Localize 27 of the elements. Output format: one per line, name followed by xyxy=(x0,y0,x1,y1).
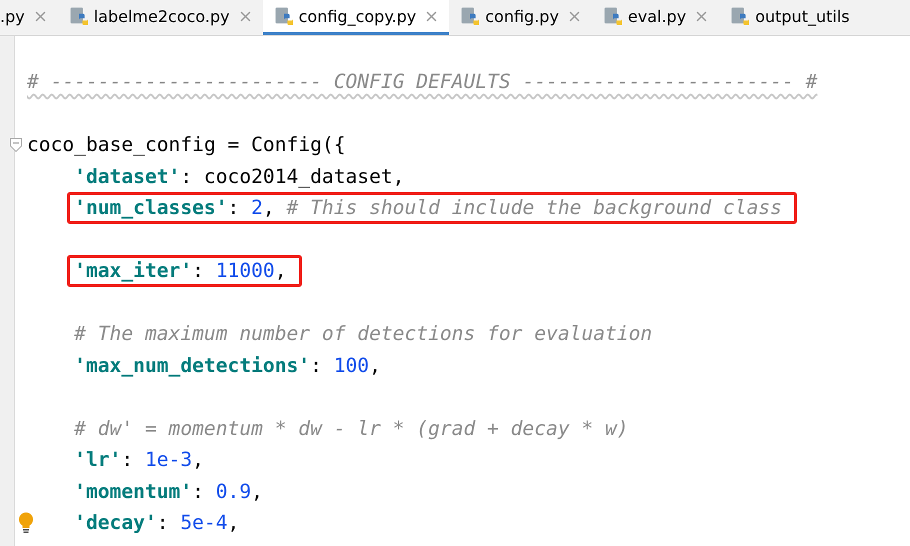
file-icon xyxy=(461,7,480,25)
code-line: 'decay': 5e-4, xyxy=(74,510,240,536)
file-tab[interactable]: config_copy.py xyxy=(262,0,450,35)
file-icon xyxy=(731,7,750,25)
close-icon[interactable] xyxy=(34,10,46,22)
code-line: 'lr': 1e-3, xyxy=(74,447,204,473)
file-icon xyxy=(604,7,622,25)
code-line: 'max_num_detections': 100, xyxy=(74,352,381,379)
file-tab[interactable]: eval.py xyxy=(592,0,720,35)
lightbulb-icon[interactable] xyxy=(18,512,34,534)
code-line: # ----------------------- CONFIG DEFAULTS ----------------------- # xyxy=(27,69,818,95)
file-tab[interactable]: config.py xyxy=(449,0,592,35)
close-icon[interactable] xyxy=(240,10,251,22)
code-line: coco_base_config = Config({ xyxy=(27,132,346,158)
close-icon[interactable] xyxy=(696,10,708,22)
file-tab[interactable]: output_utils xyxy=(719,0,862,35)
close-icon[interactable] xyxy=(426,10,438,22)
code-line: 'dataset': coco2014_dataset, xyxy=(74,164,404,190)
fold-icon[interactable] xyxy=(10,138,22,152)
file-icon xyxy=(70,7,88,25)
file-tab[interactable]: .py xyxy=(0,0,58,35)
code-line: # The maximum number of detections for evaluation xyxy=(74,321,652,347)
code-line: 'momentum': 0.9, xyxy=(74,478,263,504)
file-icon xyxy=(274,7,293,25)
file-tab[interactable]: labelme2coco.py xyxy=(58,0,263,35)
close-icon[interactable] xyxy=(568,10,580,22)
code-line: # dw' = momentum * dw - lr * (grad + decay * w) xyxy=(74,416,629,442)
